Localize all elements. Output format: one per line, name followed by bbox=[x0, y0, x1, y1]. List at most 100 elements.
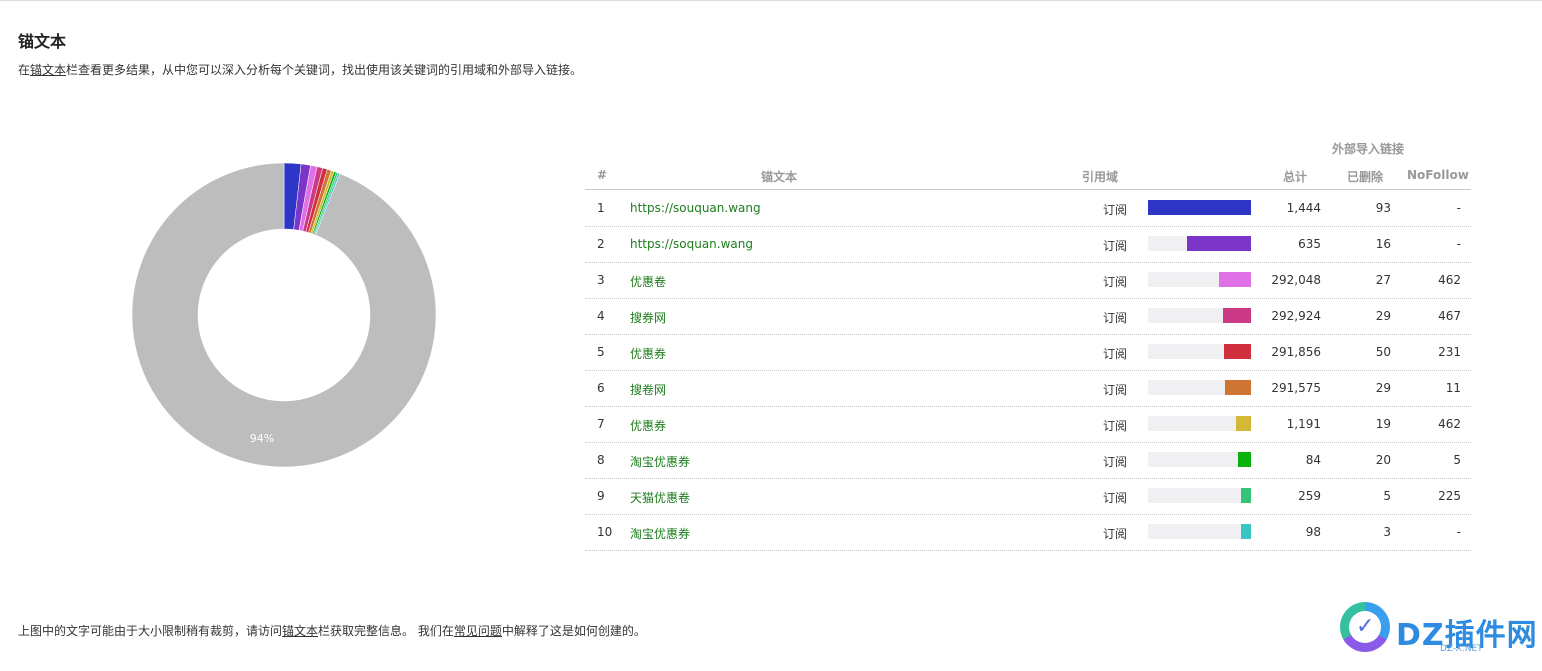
domains-subscribe-link[interactable]: 订阅 bbox=[1103, 273, 1127, 290]
anchor-text-link[interactable]: 淘宝优惠券 bbox=[630, 525, 690, 542]
footer-text-3: 中解释了这是如何创建的。 bbox=[501, 624, 646, 638]
header-domains: 引用域 bbox=[1082, 170, 1119, 184]
total-links: 635 bbox=[1298, 237, 1321, 251]
deleted-links: 20 bbox=[1375, 453, 1391, 467]
row-num: 7 bbox=[597, 417, 605, 431]
domains-bar-fill bbox=[1225, 380, 1251, 395]
domains-subscribe-link[interactable]: 订阅 bbox=[1103, 453, 1127, 470]
anchor-text-link[interactable]: 锚文本 bbox=[30, 63, 66, 77]
deleted-links: 5 bbox=[1383, 489, 1391, 503]
table-row: 5 优惠券 订阅 291,856 50 231 bbox=[585, 334, 1471, 371]
anchor-text-link[interactable]: 搜卷网 bbox=[630, 381, 666, 398]
total-links: 291,575 bbox=[1271, 381, 1321, 395]
table-row: 7 优惠券 订阅 1,191 19 462 bbox=[585, 406, 1471, 443]
anchor-text-link[interactable]: 优惠卷 bbox=[630, 273, 666, 290]
domains-subscribe-link[interactable]: 订阅 bbox=[1103, 525, 1127, 542]
section-description: 在锚文本栏查看更多结果，从中您可以深入分析每个关键词，找出使用该关键词的引用域和… bbox=[18, 61, 582, 78]
nofollow-links: - bbox=[1456, 201, 1461, 215]
total-links: 259 bbox=[1298, 489, 1321, 503]
total-links: 292,924 bbox=[1271, 309, 1321, 323]
domains-bar-fill bbox=[1148, 200, 1251, 215]
domains-bar bbox=[1148, 344, 1251, 359]
anchor-text-link[interactable]: 天猫优惠卷 bbox=[630, 489, 690, 506]
domains-subscribe-link[interactable]: 订阅 bbox=[1103, 309, 1127, 326]
domains-bar bbox=[1148, 452, 1251, 467]
deleted-links: 29 bbox=[1375, 309, 1391, 323]
deleted-links: 19 bbox=[1375, 417, 1391, 431]
row-num: 6 bbox=[597, 381, 605, 395]
domains-bar bbox=[1148, 308, 1251, 323]
domains-subscribe-link[interactable]: 订阅 bbox=[1103, 345, 1127, 362]
domains-bar-fill bbox=[1240, 524, 1251, 539]
deleted-links: 3 bbox=[1383, 525, 1391, 539]
nofollow-links: 225 bbox=[1438, 489, 1461, 503]
table-row: 2 https://soquan.wang 订阅 635 16 - bbox=[585, 226, 1471, 263]
nofollow-links: 5 bbox=[1453, 453, 1461, 467]
domains-bar-fill bbox=[1240, 488, 1251, 503]
desc-suffix: 栏查看更多结果，从中您可以深入分析每个关键词，找出使用该关键词的引用域和外部导入… bbox=[66, 63, 583, 77]
domains-bar-fill bbox=[1224, 344, 1251, 359]
domains-bar-fill bbox=[1187, 236, 1251, 251]
anchor-text-link[interactable]: 优惠券 bbox=[630, 345, 666, 362]
domains-subscribe-link[interactable]: 订阅 bbox=[1103, 237, 1127, 254]
donut-data-label: 94% bbox=[250, 432, 274, 445]
domains-bar bbox=[1148, 380, 1251, 395]
row-num: 10 bbox=[597, 525, 613, 539]
domains-bar-fill bbox=[1237, 452, 1251, 467]
domains-subscribe-link[interactable]: 订阅 bbox=[1103, 489, 1127, 506]
section-title: 锚文本 bbox=[18, 32, 67, 51]
domains-bar bbox=[1148, 524, 1251, 539]
domains-bar bbox=[1148, 416, 1251, 431]
row-num: 2 bbox=[597, 237, 605, 251]
header-num: # bbox=[597, 168, 608, 182]
header-deleted: 已删除 bbox=[1347, 170, 1384, 184]
anchor-text-link[interactable]: https://soquan.wang bbox=[630, 237, 753, 251]
domains-subscribe-link[interactable]: 订阅 bbox=[1103, 381, 1127, 398]
nofollow-links: 11 bbox=[1445, 381, 1461, 395]
table-row: 10 淘宝优惠券 订阅 98 3 - bbox=[585, 514, 1471, 551]
anchor-text-link[interactable]: 搜券网 bbox=[630, 309, 666, 326]
table-row: 1 https://souquan.wang 订阅 1,444 93 - bbox=[585, 190, 1471, 227]
total-links: 291,856 bbox=[1271, 345, 1321, 359]
faq-link[interactable]: 常见问题 bbox=[454, 624, 502, 638]
nofollow-links: - bbox=[1456, 237, 1461, 251]
table-row: 3 优惠卷 订阅 292,048 27 462 bbox=[585, 262, 1471, 299]
row-num: 9 bbox=[597, 489, 605, 503]
anchor-text-link[interactable]: 优惠券 bbox=[630, 417, 666, 434]
row-num: 1 bbox=[597, 201, 605, 215]
nofollow-links: 231 bbox=[1438, 345, 1461, 359]
anchor-text-link[interactable]: 淘宝优惠券 bbox=[630, 453, 690, 470]
domains-subscribe-link[interactable]: 订阅 bbox=[1103, 201, 1127, 218]
anchor-text-link[interactable]: https://souquan.wang bbox=[630, 201, 761, 215]
header-total: 总计 bbox=[1283, 170, 1308, 184]
nofollow-links: 462 bbox=[1438, 273, 1461, 287]
header-anchor: 锚文本 bbox=[761, 170, 798, 184]
nofollow-links: 467 bbox=[1438, 309, 1461, 323]
row-num: 4 bbox=[597, 309, 605, 323]
donut-slice bbox=[132, 163, 436, 467]
footer-anchor-link[interactable]: 锚文本 bbox=[282, 624, 318, 638]
row-num: 5 bbox=[597, 345, 605, 359]
domains-subscribe-link[interactable]: 订阅 bbox=[1103, 417, 1127, 434]
total-links: 1,444 bbox=[1286, 201, 1321, 215]
table-row: 8 淘宝优惠券 订阅 84 20 5 bbox=[585, 442, 1471, 479]
watermark-subtext: DZ-X.NET bbox=[1440, 644, 1483, 654]
footer-note: 上图中的文字可能由于大小限制稍有裁剪，请访问锚文本栏获取完整信息。 我们在常见问… bbox=[18, 622, 646, 639]
row-num: 8 bbox=[597, 453, 605, 467]
total-links: 1,191 bbox=[1286, 417, 1321, 431]
deleted-links: 16 bbox=[1375, 237, 1391, 251]
anchor-donut-chart: 94% bbox=[132, 163, 436, 467]
row-num: 3 bbox=[597, 273, 605, 287]
domains-bar-fill bbox=[1235, 416, 1251, 431]
domains-bar-fill bbox=[1223, 308, 1251, 323]
deleted-links: 93 bbox=[1375, 201, 1391, 215]
top-divider bbox=[0, 0, 1542, 1]
nofollow-links: 462 bbox=[1438, 417, 1461, 431]
deleted-links: 27 bbox=[1375, 273, 1391, 287]
deleted-links: 50 bbox=[1375, 345, 1391, 359]
deleted-links: 29 bbox=[1375, 381, 1391, 395]
domains-bar bbox=[1148, 488, 1251, 503]
table-row: 6 搜卷网 订阅 291,575 29 11 bbox=[585, 370, 1471, 407]
total-links: 98 bbox=[1305, 525, 1321, 539]
domains-bar bbox=[1148, 200, 1251, 215]
